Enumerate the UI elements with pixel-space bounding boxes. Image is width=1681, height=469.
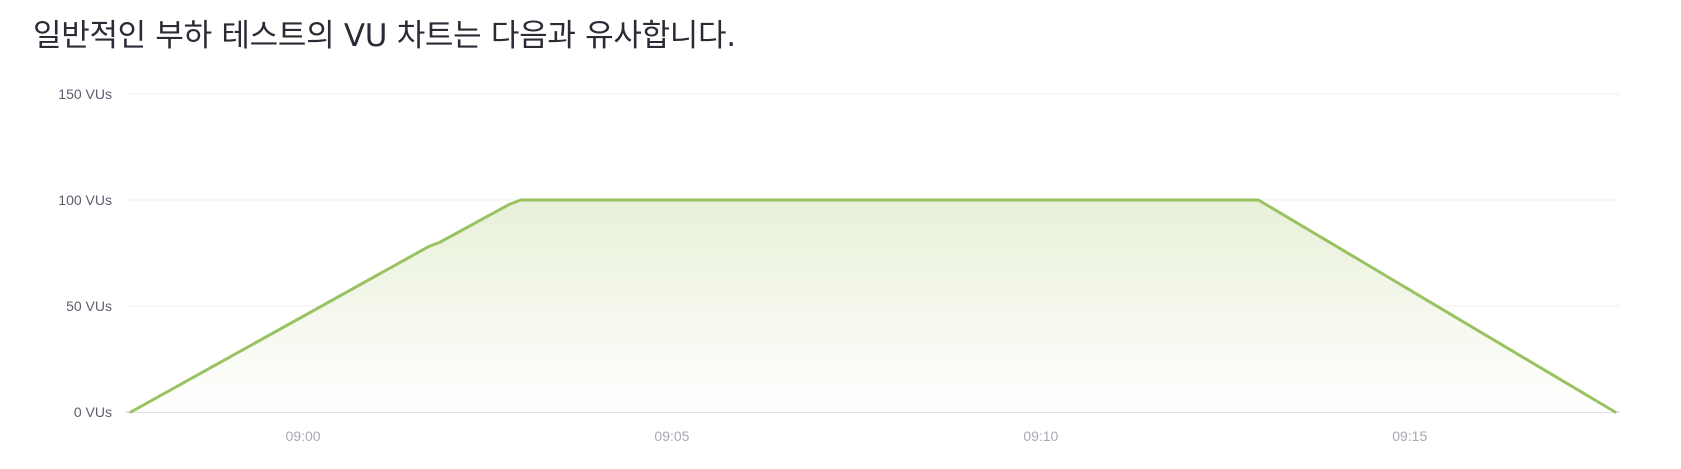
y-tick-label: 100 VUs — [58, 192, 112, 208]
x-tick-label: 09:15 — [1392, 428, 1427, 444]
y-tick-label: 150 VUs — [58, 86, 112, 102]
x-tick-label: 09:10 — [1023, 428, 1058, 444]
x-tick-label: 09:05 — [654, 428, 689, 444]
vu-area-fill — [130, 200, 1616, 412]
vu-chart: 0 VUs 50 VUs 100 VUs 150 VUs 09:00 09:05 09:1… — [58, 86, 1620, 444]
area-layer — [129, 198, 1617, 414]
y-tick-label: 50 VUs — [66, 298, 112, 314]
y-tick-label: 0 VUs — [74, 404, 112, 420]
y-axis: 0 VUs 50 VUs 100 VUs 150 VUs — [58, 86, 112, 420]
x-axis: 09:00 09:05 09:10 09:15 — [286, 428, 1428, 444]
x-tick-label: 09:00 — [286, 428, 321, 444]
